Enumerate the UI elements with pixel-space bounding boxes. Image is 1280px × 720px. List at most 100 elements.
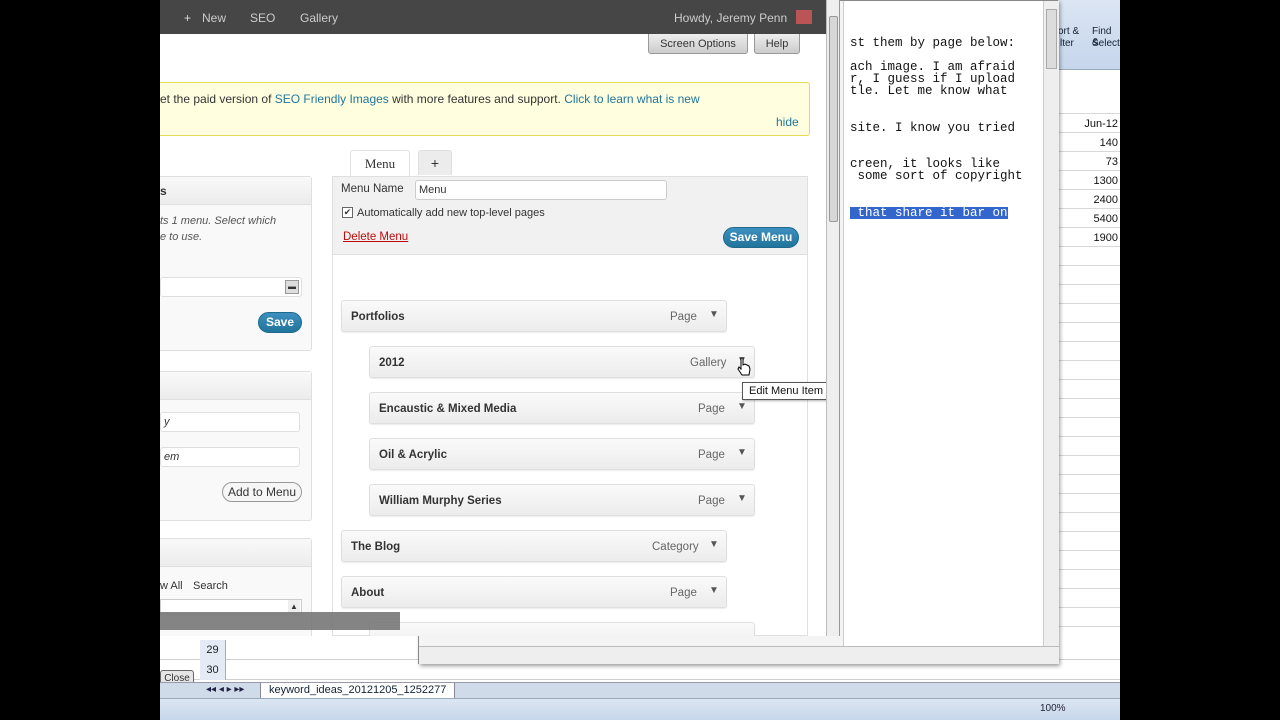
sheet-nav-icon[interactable]: ◂◂ ◂ ▸ ▸▸ [206,684,244,695]
sheet-tab[interactable]: keyword_ideas_20121205_1252277 [260,683,456,699]
menu-item[interactable]: William Murphy Series Page ▼ [369,484,755,516]
menu-item-type: Page [670,311,697,323]
zoom-level[interactable]: 100% [1040,703,1066,714]
menu-item[interactable]: The Blog Category ▼ [341,530,727,562]
box-title: s [160,184,167,198]
box-header[interactable] [160,372,311,400]
avatar[interactable] [796,10,812,24]
cell-value[interactable]: 1300 [1094,175,1118,187]
text-line: site. I know you tried [850,121,1016,135]
notice-middle: with more features and support. [388,92,565,106]
cell-value[interactable]: 140 [1100,137,1118,149]
chevron-down-icon[interactable]: ▼ [737,401,747,412]
notepad-scrollbar[interactable] [1043,1,1059,646]
menu-item[interactable]: About Page ▼ [341,576,727,608]
search-tab[interactable]: Search [193,580,228,592]
menu-item[interactable]: Oil & Acrylic Page ▼ [369,438,755,470]
box-help-text: ts 1 menu. Select which [160,215,277,227]
seo-plugin-link[interactable]: SEO Friendly Images [275,92,389,106]
notice-text: et the paid version of SEO Friendly Imag… [160,92,700,106]
label-field[interactable]: em [160,447,300,467]
scroll-thumb[interactable] [829,16,838,222]
menu-item-title: Oil & Acrylic [379,449,447,461]
add-to-menu-button[interactable]: Add to Menu [222,482,302,502]
dropdown-icon[interactable]: ▬ [285,280,299,294]
status-bar: 100% [160,698,1120,720]
plus-icon[interactable]: + [184,11,191,25]
taskbar-preview [160,612,400,630]
menu-item-type: Gallery [690,357,727,369]
auto-add-checkbox[interactable]: ✔ [342,207,353,218]
chevron-down-icon[interactable]: ▼ [737,447,747,458]
chevron-down-icon[interactable]: ▼ [709,585,719,596]
selected-text[interactable]: that share it bar on [850,207,1008,219]
menu-item-title: About [351,587,385,599]
learn-more-link[interactable]: Click to learn what is new [564,92,699,106]
theme-locations-box: s ts 1 menu. Select which e to use. ▬ Sa… [160,176,312,351]
view-all-tab[interactable]: w All [160,580,183,592]
menu-item[interactable]: Portfolios Page ▼ [341,300,727,332]
desktop-screen: ort & lter Find & Select O Jun-12 140 73… [160,0,1120,720]
menu-header: Menu Name Menu ✔ Automatically add new t… [333,177,807,255]
hide-notice-link[interactable]: hide [776,115,799,129]
delete-menu-link[interactable]: Delete Menu [343,231,408,243]
cell-value[interactable]: 5400 [1094,213,1118,225]
location-select[interactable]: ▬ [160,277,302,297]
menu-item-title: Portfolios [351,311,405,323]
admin-bar: + New SEO Gallery Howdy, Jeremy Penn [160,0,839,34]
text-line: st them by page below: [850,36,1016,50]
box-header[interactable] [160,539,311,567]
notepad-bottom-bar [419,646,1059,664]
scroll-thumb[interactable] [1046,9,1057,69]
menu-item[interactable]: Encaustic & Mixed Media Page ▼ [369,392,755,424]
box-help-text: e to use. [160,231,203,243]
auto-add-label: Automatically add new top-level pages [357,207,545,219]
notice-prefix: et the paid version of [160,92,275,106]
menu-item-type: Page [698,449,725,461]
menu-item-type: Category [652,541,699,553]
cell-value[interactable]: 1900 [1094,232,1118,244]
url-field[interactable]: y [160,412,300,432]
menu-item-title: 2012 [379,357,405,369]
cell-value[interactable]: Jun-12 [1084,118,1118,130]
menu-item-title: William Murphy Series [379,495,502,507]
tab-add-menu[interactable]: + [418,150,452,175]
menu-item[interactable] [369,622,755,636]
browser-scrollbar[interactable] [826,0,839,636]
save-locations-button[interactable]: Save [258,312,302,333]
edit-menu-item-tooltip: Edit Menu Item [742,382,830,400]
row-header[interactable]: 30 [200,660,226,680]
notepad-text-area[interactable]: st them by page below: ach image. I am a… [843,1,1059,646]
admin-bar-seo[interactable]: SEO [250,11,275,25]
menu-item[interactable]: 2012 Gallery ▼ [369,346,755,378]
box-header[interactable]: s [160,177,311,205]
excel-ribbon: ort & lter Find & Select [1058,0,1120,70]
find-select-label-2[interactable]: Select [1092,38,1120,49]
sheet-tab-bar: ◂◂ ◂ ▸ ▸▸ keyword_ideas_20121205_1252277 [160,682,1120,699]
menu-item-title: The Blog [351,541,401,553]
screen-options-button[interactable]: Screen Options [648,34,748,54]
custom-links-box: y em Add to Menu [160,371,312,521]
sort-filter-label-2[interactable]: lter [1060,38,1074,49]
cell-value[interactable]: 2400 [1094,194,1118,206]
row-header[interactable]: 29 [200,640,226,660]
menu-name-label: Menu Name [341,183,404,195]
text-line: tle. Let me know what [850,84,1008,98]
chevron-down-icon[interactable]: ▼ [737,493,747,504]
menu-name-input[interactable]: Menu [415,180,667,200]
chevron-down-icon[interactable]: ▼ [709,539,719,550]
admin-bar-gallery[interactable]: Gallery [300,11,338,25]
menu-item-type: Page [698,495,725,507]
tab-menu[interactable]: Menu [350,150,410,177]
chevron-down-icon[interactable]: ▼ [709,309,719,320]
menu-item-type: Page [698,403,725,415]
save-menu-button[interactable]: Save Menu [723,227,799,248]
howdy-user[interactable]: Howdy, Jeremy Penn [674,11,787,25]
help-button[interactable]: Help [754,34,800,54]
cell-value[interactable]: 73 [1106,156,1118,168]
text-line: some sort of copyright [850,169,1023,183]
plugin-notice: et the paid version of SEO Friendly Imag… [160,82,810,136]
admin-bar-new[interactable]: New [202,11,226,25]
excel-grid[interactable]: Jun-12 140 73 1300 2400 5400 1900 [1058,95,1120,685]
sort-filter-label[interactable]: ort & [1058,26,1079,37]
